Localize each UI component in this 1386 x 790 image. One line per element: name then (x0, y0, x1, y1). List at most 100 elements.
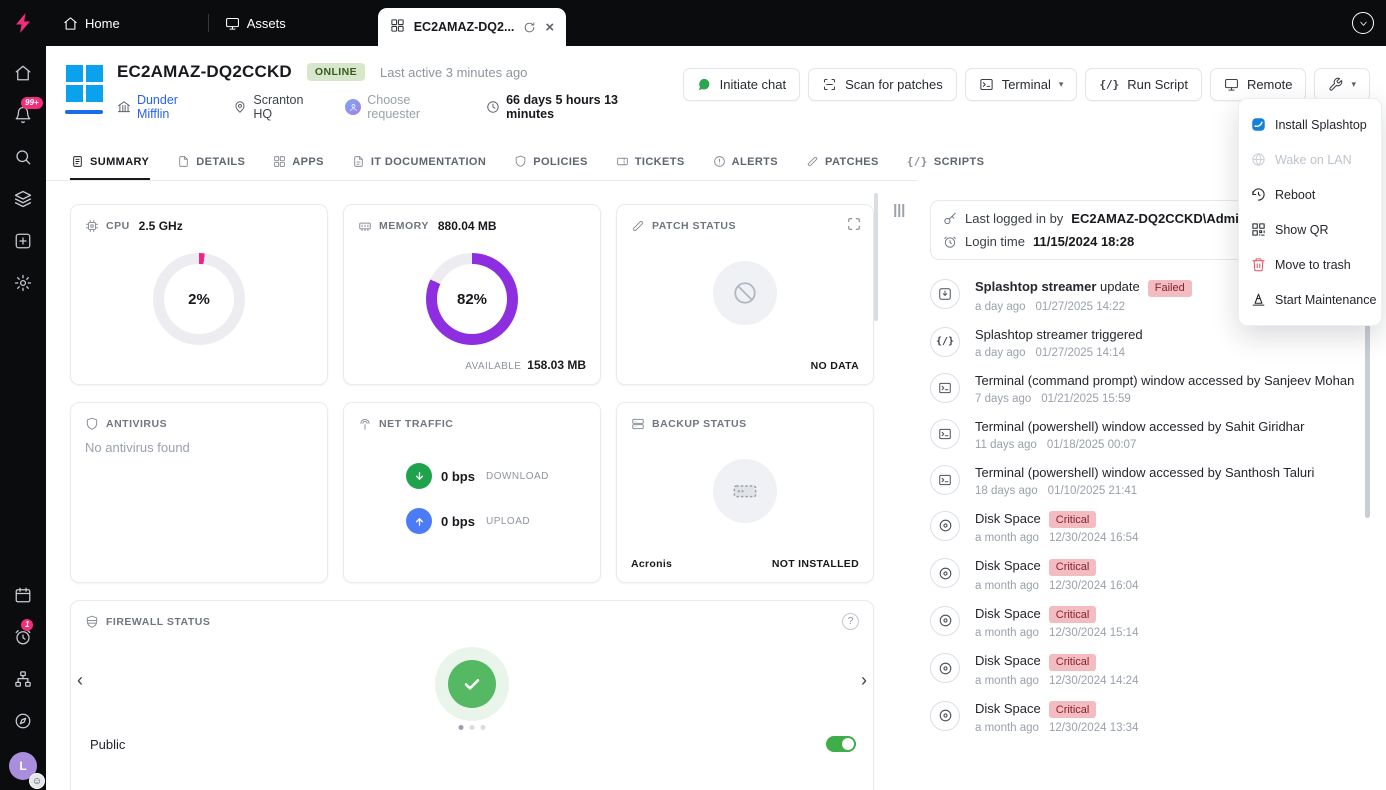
memory-card: MEMORY 880.04 MB 82% AVAILABLE 158.03 MB (343, 204, 601, 385)
tab-details[interactable]: DETAILS (176, 145, 246, 180)
tab-policies[interactable]: POLICIES (513, 145, 589, 180)
rail-settings[interactable] (12, 272, 34, 294)
carousel-prev-icon[interactable]: ‹ (77, 671, 83, 689)
backup-status-text: NOT INSTALLED (772, 558, 859, 570)
remote-button[interactable]: Remote (1210, 68, 1307, 101)
asset-header: EC2AMAZ-DQ2CCKD ONLINE Last active 3 min… (46, 46, 1386, 145)
tab-summary[interactable]: SUMMARY (70, 145, 150, 180)
carousel-next-icon[interactable]: › (861, 671, 867, 689)
rail-help[interactable] (12, 710, 34, 732)
org-link[interactable]: Dunder Mifflin (117, 93, 213, 121)
rail-modules[interactable] (12, 188, 34, 210)
critical-badge: Critical (1049, 511, 1097, 528)
tab-it-documentation[interactable]: IT DOCUMENTATION (351, 145, 487, 180)
menu-reboot[interactable]: Reboot (1239, 177, 1381, 212)
tab-tickets[interactable]: TICKETS (615, 145, 686, 180)
activity-item[interactable]: Disk SpaceCritical a month ago12/30/2024… (930, 599, 1360, 647)
tab-close-icon[interactable]: × (545, 20, 554, 35)
script-icon: {/} (930, 327, 960, 357)
antenna-icon (358, 417, 372, 431)
firewall-toggle[interactable] (826, 736, 856, 752)
carousel-dots[interactable] (459, 725, 486, 730)
notification-badge: 99+ (21, 97, 43, 109)
calendar-icon (14, 586, 32, 604)
memory-chip-icon (358, 219, 372, 233)
menu-install-splashtop[interactable]: Install Splashtop (1239, 107, 1381, 142)
rail-notifications[interactable]: 99+ (12, 104, 34, 126)
tab-scripts[interactable]: {/} SCRIPTS (906, 145, 986, 180)
activity-item[interactable]: Disk SpaceCritical a month ago12/30/2024… (930, 694, 1360, 742)
activity-item[interactable]: Terminal (powershell) window accessed by… (930, 458, 1360, 504)
splitter-handle[interactable] (892, 202, 906, 219)
no-data-circle (713, 261, 777, 325)
activity-item[interactable]: Disk SpaceCritical a month ago12/30/2024… (930, 504, 1360, 552)
activity-item[interactable]: Disk SpaceCritical a month ago12/30/2024… (930, 646, 1360, 694)
run-script-button[interactable]: {/} Run Script (1085, 68, 1202, 101)
download-label: DOWNLOAD (486, 471, 549, 482)
top-bar: Home Assets EC2AMAZ-DQ2... × (0, 0, 1386, 46)
asset-tabs: SUMMARY DETAILS APPS IT DOCUMENTATION PO… (46, 145, 918, 181)
intercom-widget-icon[interactable]: ☺ (29, 773, 45, 789)
rail-add[interactable] (12, 230, 34, 252)
rail-search[interactable] (12, 146, 34, 168)
activity-item[interactable]: Disk SpaceCritical a month ago12/30/2024… (930, 551, 1360, 599)
terminal-button[interactable]: Terminal ▾ (965, 68, 1078, 101)
help-icon[interactable]: ? (842, 613, 859, 630)
firewall-card: FIREWALL STATUS ? ‹ › (70, 600, 874, 790)
menu-move-to-trash[interactable]: Move to trash (1239, 247, 1381, 282)
server-icon (631, 417, 645, 431)
tab-patches[interactable]: PATCHES (805, 145, 880, 180)
topbar-home[interactable]: Home (63, 16, 120, 31)
menu-start-maintenance[interactable]: Start Maintenance (1239, 282, 1381, 317)
rail-home[interactable] (12, 62, 34, 84)
critical-badge: Critical (1049, 606, 1097, 623)
topbar-assets[interactable]: Assets (225, 16, 286, 31)
menu-show-qr[interactable]: Show QR (1239, 212, 1381, 247)
asset-tools-button[interactable]: ▾ (1314, 68, 1370, 101)
globe-icon (1251, 152, 1266, 167)
shield-icon (514, 155, 527, 168)
activity-item[interactable]: Terminal (powershell) window accessed by… (930, 412, 1360, 458)
backup-status-card: BACKUP STATUS Acronis NOT INSTALLED (616, 402, 874, 583)
carousel-dot[interactable] (459, 725, 464, 730)
expand-icon[interactable] (847, 217, 861, 234)
topbar-collapse-button[interactable] (1352, 12, 1374, 34)
stopwatch-icon (14, 628, 32, 646)
platform-underline (65, 110, 103, 114)
scan-for-patches-button[interactable]: Scan for patches (808, 68, 957, 101)
alarm-clock-icon (943, 235, 957, 249)
summary-icon (71, 155, 84, 168)
activity-item[interactable]: {/} Splashtop streamer triggered a day a… (930, 320, 1360, 366)
left-scrollbar[interactable] (874, 193, 878, 321)
rail-workflow[interactable] (12, 668, 34, 690)
asset-tab[interactable]: EC2AMAZ-DQ2... × (378, 8, 566, 46)
plus-square-icon (14, 232, 32, 250)
tab-refresh-icon[interactable] (523, 21, 536, 34)
shield-icon (85, 417, 99, 431)
choose-requester[interactable]: Choose requester (345, 93, 466, 121)
topbar-divider (208, 14, 209, 32)
rail-timer[interactable]: 1 (12, 626, 34, 648)
carousel-dot[interactable] (481, 725, 486, 730)
uptime-label: 66 days 5 hours 13 minutes (486, 93, 668, 121)
backup-label: BACKUP STATUS (652, 418, 747, 430)
net-traffic-label: NET TRAFFIC (379, 418, 453, 430)
net-traffic-card: NET TRAFFIC 0 bps DOWNLOAD 0 bps (343, 402, 601, 583)
activity-item[interactable]: Terminal (command prompt) window accesse… (930, 366, 1360, 412)
activity-list: Splashtop streamer updateFailed a day ag… (930, 272, 1360, 741)
memory-label: MEMORY (379, 220, 429, 232)
terminal-icon (930, 373, 960, 403)
menu-wake-on-lan: Wake on LAN (1239, 142, 1381, 177)
superops-logo[interactable] (0, 11, 46, 35)
patch-icon (631, 219, 645, 233)
firewall-ok-halo (435, 647, 509, 721)
backup-vendor: Acronis (631, 558, 672, 570)
initiate-chat-button[interactable]: Initiate chat (683, 68, 801, 101)
carousel-dot[interactable] (470, 725, 475, 730)
rail-calendar[interactable] (12, 584, 34, 606)
rail-user[interactable]: L ☺ (9, 752, 37, 780)
tab-apps[interactable]: APPS (272, 145, 325, 180)
code-braces-icon: {/} (907, 155, 928, 168)
memory-percent: 82% (457, 291, 487, 308)
tab-alerts[interactable]: ALERTS (712, 145, 779, 180)
